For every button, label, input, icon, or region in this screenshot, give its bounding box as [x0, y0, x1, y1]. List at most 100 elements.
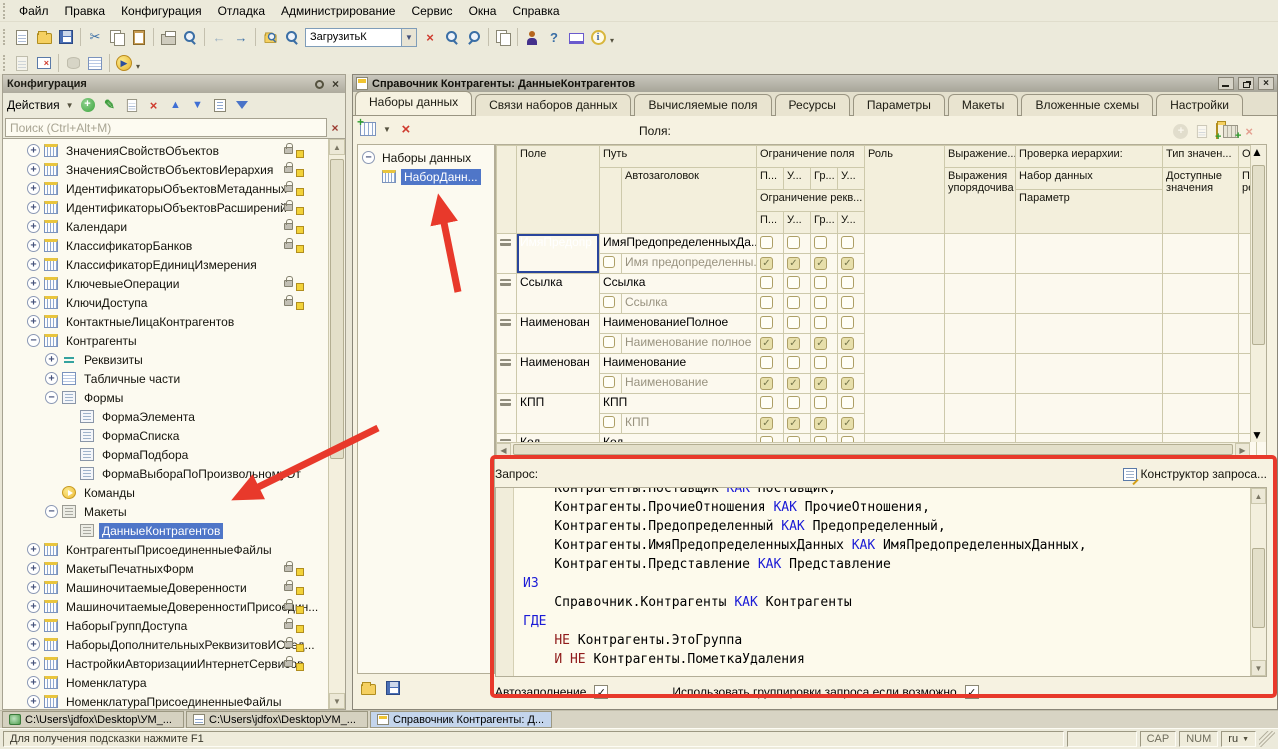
- checkbox-unchecked-icon[interactable]: [841, 276, 854, 289]
- menu-правка[interactable]: Правка: [57, 1, 114, 21]
- attribute-restriction-cell[interactable]: ✓: [784, 254, 811, 274]
- add-icon[interactable]: +: [80, 97, 96, 113]
- auto-title-cell[interactable]: Наименование: [622, 374, 757, 394]
- hierarchy-cell[interactable]: [1016, 234, 1163, 274]
- tab-вложенные-схемы[interactable]: Вложенные схемы: [1021, 94, 1153, 116]
- toolbar-grip[interactable]: [3, 55, 8, 71]
- undo-icon[interactable]: ←: [209, 27, 229, 47]
- dataset-item[interactable]: НаборДанн...: [358, 167, 494, 186]
- attribute-restriction-cell[interactable]: ✓: [838, 374, 865, 394]
- auto-title-cell[interactable]: КПП: [622, 414, 757, 434]
- role-cell[interactable]: [865, 234, 945, 274]
- tree-item[interactable]: +ФормаВыбораПоПроизвольномуОт: [3, 464, 328, 483]
- expander-icon[interactable]: +: [45, 372, 58, 385]
- expander-icon[interactable]: +: [27, 695, 40, 708]
- drag-handle-icon[interactable]: [500, 319, 511, 326]
- tab-связи-наборов-данных[interactable]: Связи наборов данных: [475, 94, 631, 116]
- attribute-restriction-cell[interactable]: ✓: [838, 254, 865, 274]
- tree-item[interactable]: +НаборыДополнительныхРеквизитовИСвед...: [3, 635, 328, 654]
- row-handle[interactable]: [497, 354, 517, 394]
- attribute-restriction-cell[interactable]: ✓: [838, 334, 865, 354]
- language-selector[interactable]: ru ▼: [1221, 731, 1256, 747]
- auto-title-checkbox-cell[interactable]: [600, 294, 622, 314]
- tree-item[interactable]: −Контрагенты: [3, 331, 328, 350]
- restriction-cell[interactable]: [838, 394, 865, 414]
- attribute-restriction-cell[interactable]: [757, 294, 784, 314]
- edit-icon[interactable]: ✎: [102, 97, 118, 113]
- checkbox-unchecked-icon[interactable]: [814, 236, 827, 249]
- query-designer-link[interactable]: Конструктор запроса...: [1123, 467, 1267, 481]
- auto-title-checkbox-cell[interactable]: [600, 254, 622, 274]
- attribute-restriction-cell[interactable]: ✓: [811, 334, 838, 354]
- checkbox-checked-icon[interactable]: ✓: [760, 257, 773, 270]
- checkbox-unchecked-icon[interactable]: [841, 356, 854, 369]
- attribute-restriction-cell[interactable]: ✓: [838, 414, 865, 434]
- autofill-checkbox[interactable]: ✓: [594, 685, 608, 699]
- restriction-cell[interactable]: [811, 354, 838, 374]
- tab-наборы-данных[interactable]: Наборы данных: [355, 91, 472, 115]
- tree-item[interactable]: +МашиночитаемыеДоверенности: [3, 578, 328, 597]
- tab-вычисляемые-поля[interactable]: Вычисляемые поля: [634, 94, 771, 116]
- add-folder-icon[interactable]: [1216, 124, 1218, 138]
- role-cell[interactable]: [865, 314, 945, 354]
- tree-item[interactable]: +МашиночитаемыеДоверенностиПрисоедин...: [3, 597, 328, 616]
- field-row[interactable]: СсылкаСсылка: [497, 274, 1257, 294]
- attribute-restriction-cell[interactable]: ✓: [784, 414, 811, 434]
- checkbox-unchecked-icon[interactable]: [814, 276, 827, 289]
- attribute-restriction-cell[interactable]: [784, 294, 811, 314]
- path-cell[interactable]: Наименование: [600, 354, 757, 374]
- checkbox-unchecked-icon[interactable]: [814, 396, 827, 409]
- actions-dropdown-icon[interactable]: ▼: [66, 101, 74, 110]
- menu-отладка[interactable]: Отладка: [210, 1, 273, 21]
- add-dataset-icon[interactable]: [358, 119, 378, 139]
- delete-icon[interactable]: ×: [146, 97, 162, 113]
- tree-item[interactable]: +МакетыПечатныхФорм: [3, 559, 328, 578]
- restriction-cell[interactable]: [811, 394, 838, 414]
- expander-icon[interactable]: +: [27, 657, 40, 670]
- row-handle[interactable]: [497, 314, 517, 354]
- field-name-cell[interactable]: Ссылка: [517, 274, 600, 314]
- field-name-cell[interactable]: КПП: [517, 394, 600, 434]
- checkbox-unchecked-icon[interactable]: [814, 296, 827, 309]
- restriction-cell[interactable]: [838, 274, 865, 294]
- value-type-cell[interactable]: [1163, 234, 1239, 274]
- info-icon[interactable]: i: [588, 27, 608, 47]
- minimize-button[interactable]: [1218, 77, 1234, 90]
- checkbox-checked-icon[interactable]: ✓: [787, 337, 800, 350]
- checkbox-unchecked-icon[interactable]: [841, 296, 854, 309]
- checkbox-checked-icon[interactable]: ✓: [814, 377, 827, 390]
- attribute-restriction-cell[interactable]: ✓: [811, 374, 838, 394]
- tree-item[interactable]: +ИдентификаторыОбъектовРасширений: [3, 198, 328, 217]
- row-handle[interactable]: [497, 234, 517, 274]
- checkbox-checked-icon[interactable]: ✓: [841, 417, 854, 430]
- checkbox-unchecked-icon[interactable]: [760, 236, 773, 249]
- restriction-cell[interactable]: [757, 274, 784, 294]
- scroll-left-icon[interactable]: ◀: [496, 443, 511, 456]
- hierarchy-cell[interactable]: [1016, 394, 1163, 434]
- quick-search-combobox[interactable]: ЗагрузитьК ▼: [305, 28, 417, 47]
- field-row[interactable]: КППКПП: [497, 394, 1257, 414]
- toolbar-grip[interactable]: [3, 29, 8, 45]
- close-icon[interactable]: ×: [330, 78, 341, 90]
- expander-icon[interactable]: +: [27, 220, 40, 233]
- drag-handle-icon[interactable]: [500, 279, 511, 286]
- checkbox-unchecked-icon[interactable]: [787, 236, 800, 249]
- restriction-cell[interactable]: [757, 354, 784, 374]
- checkbox-checked-icon[interactable]: ✓: [841, 337, 854, 350]
- help-contents-icon[interactable]: [566, 27, 586, 47]
- checkbox-unchecked-icon[interactable]: [787, 316, 800, 329]
- value-type-cell[interactable]: [1163, 314, 1239, 354]
- tree-item[interactable]: +Календари: [3, 217, 328, 236]
- tab-параметры[interactable]: Параметры: [853, 94, 945, 116]
- checkbox-checked-icon[interactable]: ✓: [841, 377, 854, 390]
- menu-окна[interactable]: Окна: [461, 1, 505, 21]
- restriction-cell[interactable]: [784, 354, 811, 374]
- checkbox-unchecked-icon[interactable]: [841, 396, 854, 409]
- drag-handle-icon[interactable]: [500, 359, 511, 366]
- search-input[interactable]: [5, 118, 327, 137]
- scroll-up-icon[interactable]: ▲: [1251, 145, 1266, 159]
- expander-icon[interactable]: +: [27, 543, 40, 556]
- checkbox-checked-icon[interactable]: ✓: [760, 417, 773, 430]
- checkbox-checked-icon[interactable]: ✓: [814, 337, 827, 350]
- restriction-cell[interactable]: [757, 314, 784, 334]
